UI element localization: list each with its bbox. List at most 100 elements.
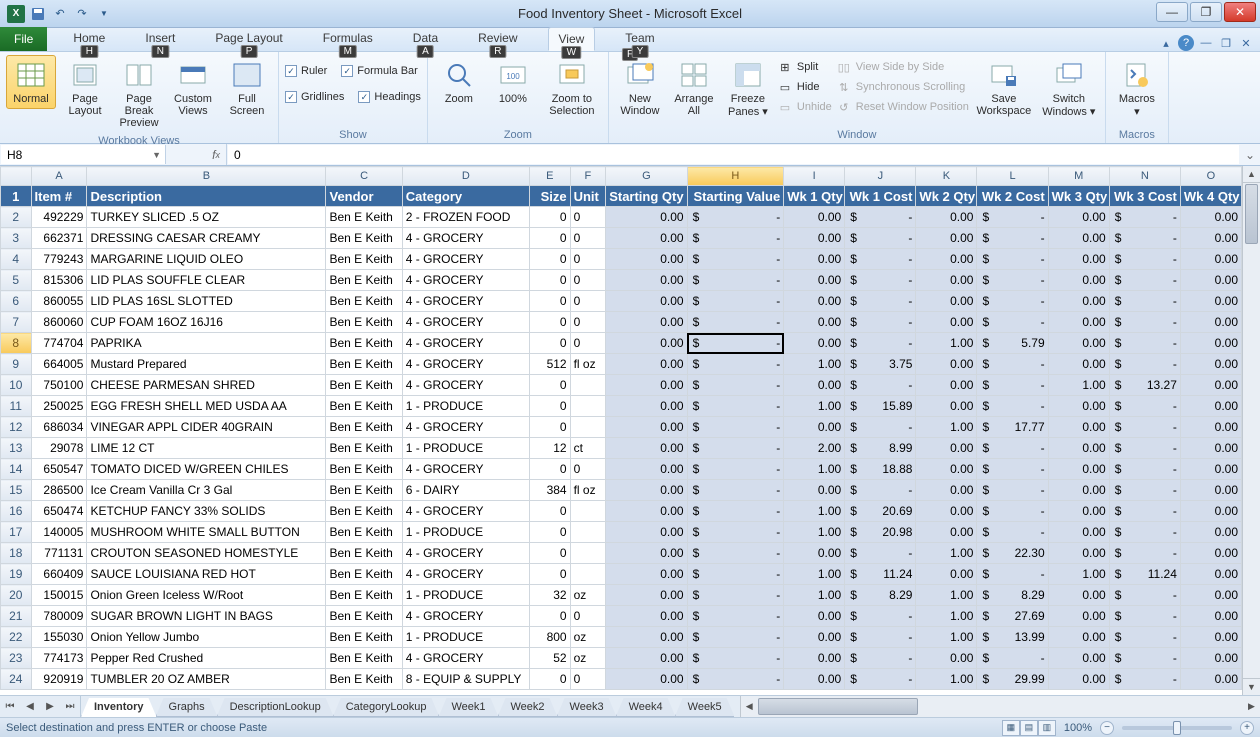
cell[interactable]: 0.00 [1180, 522, 1241, 543]
expand-formula-bar-icon[interactable]: ⌄ [1240, 144, 1260, 165]
cell[interactable]: 512 [529, 354, 570, 375]
cell[interactable]: 0 [570, 333, 606, 354]
cell[interactable]: 0.00 [1180, 585, 1241, 606]
cell[interactable]: $- [687, 396, 784, 417]
tab-view[interactable]: ViewW [548, 27, 596, 51]
cell[interactable]: $- [845, 312, 916, 333]
cell[interactable]: Ben E Keith [326, 417, 402, 438]
cell[interactable]: 0.00 [606, 249, 687, 270]
cell[interactable]: $- [1109, 207, 1180, 228]
normal-view-button[interactable]: Normal [6, 55, 56, 109]
cell[interactable]: 0.00 [1048, 501, 1109, 522]
tab-formulas[interactable]: FormulasM [313, 27, 383, 51]
cell[interactable]: 0.00 [1048, 207, 1109, 228]
cell[interactable]: 0.00 [606, 291, 687, 312]
page-layout-shortcut-icon[interactable]: ▤ [1020, 720, 1038, 736]
cell[interactable]: 0.00 [1180, 501, 1241, 522]
cell[interactable]: $- [1109, 270, 1180, 291]
grid-table[interactable]: ABCDEFGHIJKLMNO 1Item #DescriptionVendor… [0, 166, 1242, 690]
sheet-tab[interactable]: Week1 [438, 698, 498, 717]
cell[interactable]: 52 [529, 648, 570, 669]
table-header-cell[interactable]: Starting Value [687, 186, 784, 207]
cell[interactable]: Ben E Keith [326, 522, 402, 543]
row-header[interactable]: 20 [1, 585, 32, 606]
cell[interactable]: 0.00 [916, 312, 977, 333]
cell[interactable]: 0.00 [1048, 270, 1109, 291]
cell[interactable]: Ben E Keith [326, 228, 402, 249]
cell[interactable]: Ben E Keith [326, 375, 402, 396]
hide-button[interactable]: ▭Hide [777, 77, 832, 97]
cell[interactable]: 286500 [31, 480, 87, 501]
cell[interactable]: $- [845, 480, 916, 501]
cell[interactable]: 0.00 [784, 480, 845, 501]
cell[interactable]: 4 - GROCERY [402, 333, 529, 354]
cell[interactable]: $13.27 [1109, 375, 1180, 396]
cell[interactable]: 0.00 [1048, 522, 1109, 543]
cell[interactable]: 0.00 [916, 270, 977, 291]
name-box[interactable]: H8 ▼ [1, 145, 166, 164]
cell[interactable]: 1.00 [916, 543, 977, 564]
row-header[interactable]: 2 [1, 207, 32, 228]
cell[interactable]: 0.00 [784, 333, 845, 354]
cell[interactable]: $27.69 [977, 606, 1048, 627]
table-header-cell[interactable]: Item # [31, 186, 87, 207]
cell[interactable]: 250025 [31, 396, 87, 417]
cell[interactable]: 0 [529, 543, 570, 564]
cell[interactable]: 0.00 [1180, 375, 1241, 396]
row-header[interactable]: 6 [1, 291, 32, 312]
cell[interactable]: $- [1109, 648, 1180, 669]
table-header-cell[interactable]: Category [402, 186, 529, 207]
cell[interactable]: 0.00 [606, 354, 687, 375]
normal-view-shortcut-icon[interactable]: ▦ [1002, 720, 1020, 736]
cell[interactable]: $- [1109, 480, 1180, 501]
cell[interactable]: 0.00 [784, 543, 845, 564]
cell[interactable]: fl oz [570, 480, 606, 501]
cell[interactable]: Ben E Keith [326, 501, 402, 522]
cell[interactable]: $- [687, 312, 784, 333]
file-tab[interactable]: File F [0, 27, 47, 51]
cell[interactable]: 0.00 [1048, 480, 1109, 501]
cell[interactable]: $- [1109, 417, 1180, 438]
cell[interactable]: TUMBLER 20 OZ AMBER [87, 669, 326, 690]
zoom-slider[interactable] [1122, 726, 1232, 730]
cell[interactable]: 0.00 [1048, 627, 1109, 648]
table-header-cell[interactable]: Wk 2 Cost [977, 186, 1048, 207]
tab-insert[interactable]: InsertN [135, 27, 185, 51]
sync-scrolling-button[interactable]: ⇅Synchronous Scrolling [836, 77, 969, 97]
column-header[interactable]: E [529, 167, 570, 186]
sheet-tab[interactable]: Week4 [616, 698, 676, 717]
cell[interactable]: Ben E Keith [326, 459, 402, 480]
table-header-cell[interactable]: Vendor [326, 186, 402, 207]
cell[interactable]: Onion Yellow Jumbo [87, 627, 326, 648]
cell[interactable]: 0.00 [1180, 648, 1241, 669]
cell[interactable]: 1 - PRODUCE [402, 585, 529, 606]
cell[interactable]: $- [1109, 543, 1180, 564]
cell[interactable]: 2 - FROZEN FOOD [402, 207, 529, 228]
cell[interactable]: ct [570, 438, 606, 459]
formula-input[interactable]: 0 [228, 145, 1239, 164]
cell[interactable]: $- [687, 606, 784, 627]
cell[interactable]: 0.00 [784, 627, 845, 648]
cell[interactable]: 0 [570, 249, 606, 270]
unhide-button[interactable]: ▭Unhide [777, 97, 832, 117]
cell[interactable]: $- [1109, 501, 1180, 522]
cell[interactable]: 774704 [31, 333, 87, 354]
cell[interactable]: TOMATO DICED W/GREEN CHILES [87, 459, 326, 480]
excel-icon[interactable]: X [6, 4, 26, 24]
row-header[interactable]: 8 [1, 333, 32, 354]
cell[interactable]: $- [845, 249, 916, 270]
cell[interactable]: 860060 [31, 312, 87, 333]
cell[interactable]: 0 [570, 459, 606, 480]
cell[interactable]: $- [1109, 459, 1180, 480]
cell[interactable]: 0.00 [606, 270, 687, 291]
cell[interactable]: Ben E Keith [326, 438, 402, 459]
cell[interactable]: $- [1109, 312, 1180, 333]
row-header[interactable]: 10 [1, 375, 32, 396]
cell[interactable]: 0.00 [784, 417, 845, 438]
cell[interactable]: 1.00 [784, 459, 845, 480]
cell[interactable]: 6 - DAIRY [402, 480, 529, 501]
cell[interactable]: Mustard Prepared [87, 354, 326, 375]
cell[interactable]: $- [977, 438, 1048, 459]
cell[interactable]: 0.00 [606, 375, 687, 396]
cell[interactable]: Ben E Keith [326, 354, 402, 375]
